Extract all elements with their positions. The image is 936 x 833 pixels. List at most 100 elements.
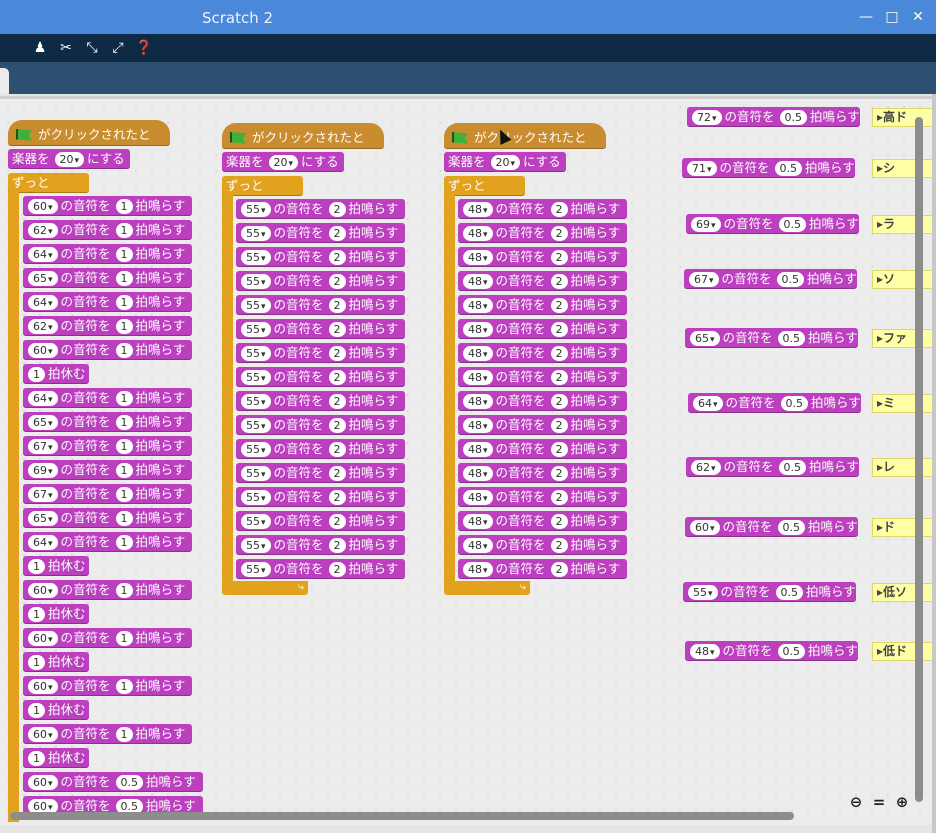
beats-value[interactable]: 1 [115,535,133,550]
rest-block[interactable]: 1 拍休む [23,556,89,576]
rest-block[interactable]: 1 拍休む [23,364,89,384]
play-note-block[interactable]: 48の音符を 2拍鳴らす [458,487,627,507]
palette-play-note-block[interactable]: 48の音符を 0.5拍鳴らす [685,641,858,661]
palette-play-note-block[interactable]: 64の音符を 0.5拍鳴らす [688,393,861,413]
beats-value[interactable]: 2 [328,490,346,505]
beats-value[interactable]: 0.5 [777,520,806,535]
play-note-block[interactable]: 55の音符を 2拍鳴らす [236,487,405,507]
note-value[interactable]: 48 [463,370,493,385]
beats-value[interactable]: 2 [328,346,346,361]
note-value[interactable]: 55 [241,322,271,337]
play-note-block[interactable]: 65の音符を 1拍鳴らす [23,412,192,432]
play-note-block[interactable]: 64の音符を 1拍鳴らす [23,388,192,408]
note-value[interactable]: 64 [28,391,58,406]
note-value[interactable]: 55 [241,514,271,529]
note-value[interactable]: 55 [241,466,271,481]
note-value[interactable]: 62 [691,460,721,475]
beats-value[interactable]: 2 [550,562,568,577]
beats-value[interactable]: 2 [328,226,346,241]
note-value[interactable]: 55 [241,490,271,505]
beats-value[interactable]: 0.5 [777,331,806,346]
note-value[interactable]: 48 [463,226,493,241]
note-value[interactable]: 64 [28,295,58,310]
note-value[interactable]: 55 [241,298,271,313]
note-value[interactable]: 72 [692,110,722,125]
note-value[interactable]: 55 [241,274,271,289]
play-note-block[interactable]: 60の音符を 1拍鳴らす [23,628,192,648]
play-note-block[interactable]: 60の音符を 1拍鳴らす [23,580,192,600]
grow-icon[interactable]: ⤡ [83,39,101,57]
play-note-block[interactable]: 55の音符を 2拍鳴らす [236,295,405,315]
note-value[interactable]: 48 [690,644,720,659]
note-value[interactable]: 48 [463,490,493,505]
beats-value[interactable]: 2 [328,370,346,385]
note-value[interactable]: 48 [463,442,493,457]
note-value[interactable]: 48 [463,298,493,313]
note-value[interactable]: 48 [463,322,493,337]
play-note-block[interactable]: 67の音符を 1拍鳴らす [23,436,192,456]
play-note-block[interactable]: 65の音符を 1拍鳴らす [23,508,192,528]
play-note-block[interactable]: 48の音符を 2拍鳴らす [458,391,627,411]
beats-value[interactable]: 0.5 [777,644,806,659]
help-icon[interactable]: ❓ [135,39,153,57]
note-value[interactable]: 65 [28,511,58,526]
note-value[interactable]: 55 [241,418,271,433]
note-value[interactable]: 48 [463,346,493,361]
note-value[interactable]: 67 [28,439,58,454]
beats-value[interactable]: 2 [550,274,568,289]
beats-value[interactable]: 2 [550,490,568,505]
beats-value[interactable]: 0.5 [780,396,809,411]
note-value[interactable]: 69 [28,463,58,478]
play-note-block[interactable]: 55の音符を 2拍鳴らす [236,199,405,219]
play-note-block[interactable]: 48の音符を 2拍鳴らす [458,415,627,435]
note-value[interactable]: 69 [691,217,721,232]
note-value[interactable]: 67 [689,272,719,287]
delete-icon[interactable]: ✂ [57,39,75,57]
note-value[interactable]: 48 [463,562,493,577]
palette-play-note-block[interactable]: 67の音符を 0.5拍鳴らす [684,269,857,289]
beats-value[interactable]: 2 [328,298,346,313]
beats-value[interactable]: 1 [115,415,133,430]
beats-value[interactable]: 2 [550,226,568,241]
play-note-block[interactable]: 55の音符を 2拍鳴らす [236,247,405,267]
beats-value[interactable]: 0.5 [778,460,807,475]
note-value[interactable]: 55 [688,585,718,600]
play-note-block[interactable]: 48の音符を 2拍鳴らす [458,295,627,315]
rest-block[interactable]: 1 拍休む [23,700,89,720]
palette-play-note-block[interactable]: 69の音符を 0.5拍鳴らす [686,214,859,234]
note-value[interactable]: 62 [28,319,58,334]
beats-value[interactable]: 2 [550,346,568,361]
note-value[interactable]: 65 [28,271,58,286]
maximize-icon[interactable]: □ [882,7,902,27]
minimize-icon[interactable]: — [856,7,876,27]
beats-value[interactable]: 1 [115,199,133,214]
note-comment[interactable]: ▸ソ [872,270,932,289]
play-note-block[interactable]: 55の音符を 2拍鳴らす [236,319,405,339]
forever-block[interactable]: ずっと [8,173,89,193]
note-comment[interactable]: ▸レ [872,458,932,477]
play-note-block[interactable]: 55の音符を 2拍鳴らす [236,559,405,579]
beats-value[interactable]: 1 [115,511,133,526]
play-note-block[interactable]: 48の音符を 2拍鳴らす [458,271,627,291]
instrument-value[interactable]: 20 [490,155,521,170]
palette-play-note-block[interactable]: 65の音符を 0.5拍鳴らす [685,328,858,348]
note-value[interactable]: 60 [28,583,58,598]
note-value[interactable]: 55 [241,538,271,553]
note-comment[interactable]: ▸ラ [872,215,932,234]
rest-block[interactable]: 1 拍休む [23,748,89,768]
note-value[interactable]: 55 [241,202,271,217]
palette-play-note-block[interactable]: 55の音符を 0.5拍鳴らす [683,582,856,602]
forever-block[interactable]: ずっと [222,176,303,196]
beats-value[interactable]: 1 [115,343,133,358]
beats-value[interactable]: 2 [550,466,568,481]
beats-value[interactable]: 2 [328,562,346,577]
play-note-block[interactable]: 48の音符を 2拍鳴らす [458,319,627,339]
note-value[interactable]: 64 [28,247,58,262]
play-note-block[interactable]: 69の音符を 1拍鳴らす [23,460,192,480]
play-note-block[interactable]: 48の音符を 2拍鳴らす [458,247,627,267]
beats-value[interactable]: 2 [550,538,568,553]
note-comment[interactable]: ▸ミ [872,394,932,413]
play-note-block[interactable]: 48の音符を 2拍鳴らす [458,535,627,555]
beats-value[interactable]: 0.5 [775,585,804,600]
note-value[interactable]: 65 [690,331,720,346]
